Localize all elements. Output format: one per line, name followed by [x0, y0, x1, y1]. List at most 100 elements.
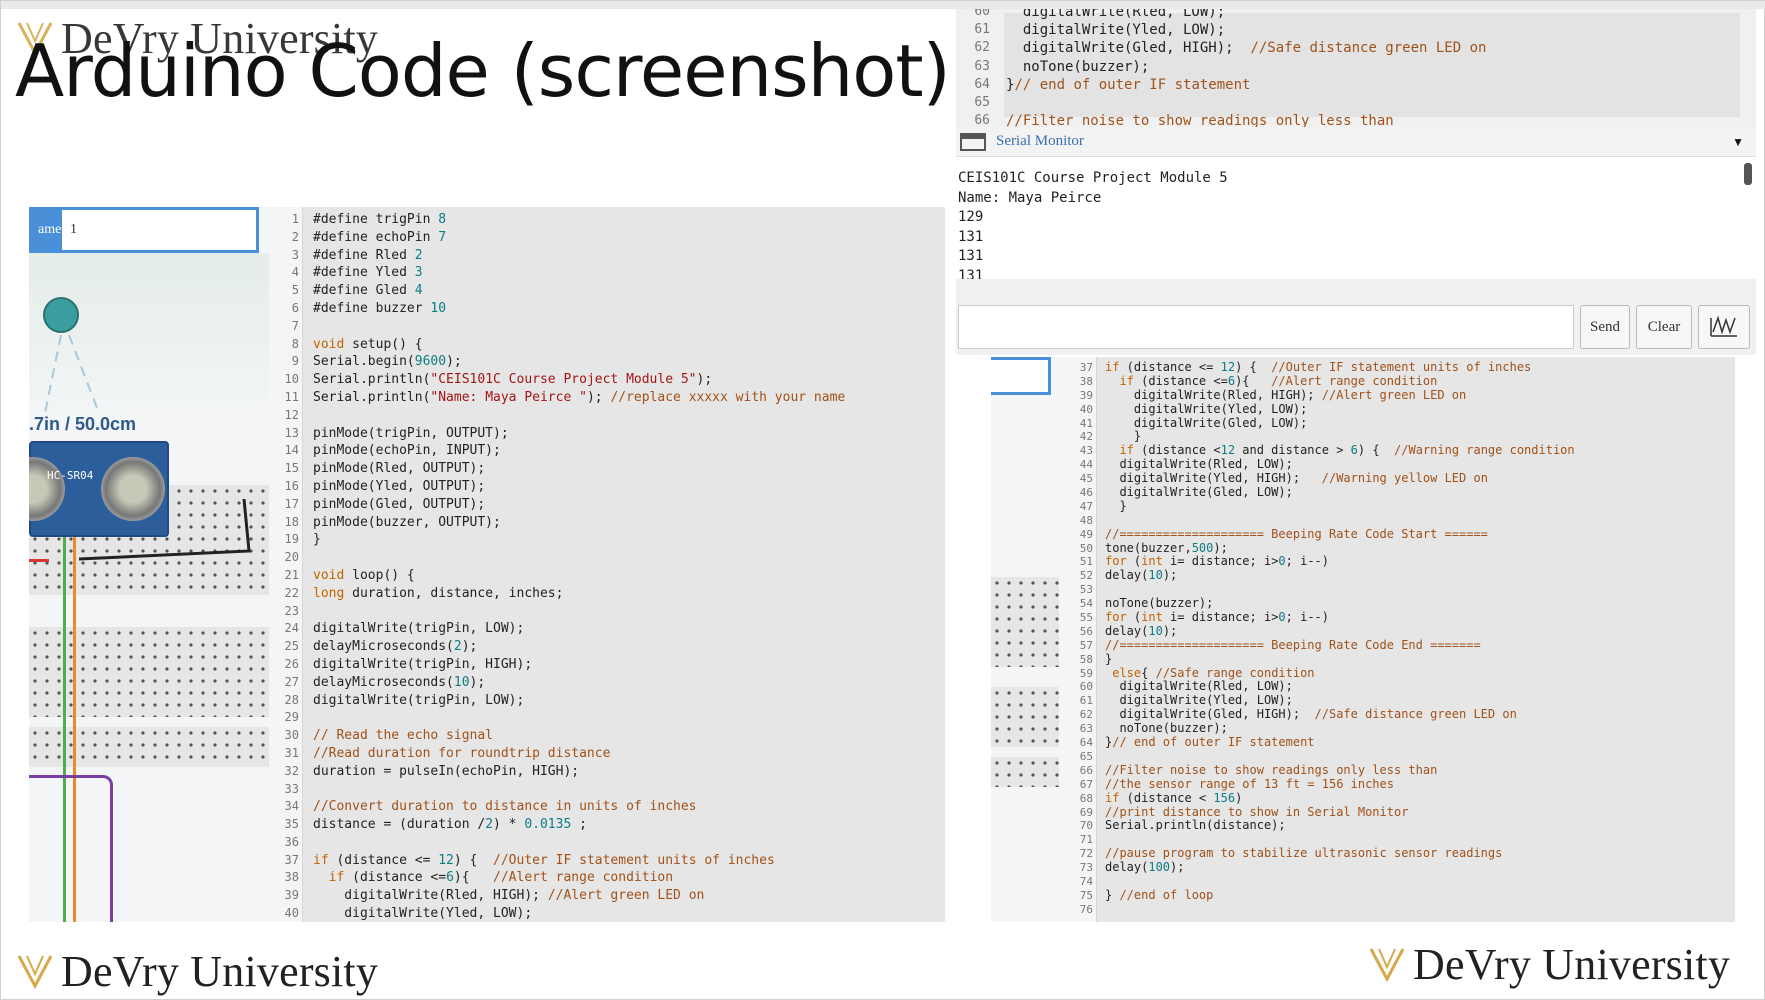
- code-line: 1 #define trigPin 8: [269, 211, 845, 229]
- code-line: 65: [1059, 750, 1575, 764]
- line-number: 6: [291, 300, 299, 315]
- line-number: 18: [284, 514, 299, 529]
- line-text: delayMicroseconds(2);: [313, 639, 478, 655]
- line-number: 64: [1079, 736, 1093, 750]
- distance-readout: .7in / 50.0cm: [29, 414, 137, 434]
- code-line: 3 #define Rled 2: [269, 247, 845, 265]
- send-button[interactable]: Send: [1580, 305, 1630, 349]
- line-text: #define Gled 4: [313, 283, 423, 299]
- line-number: 60: [974, 9, 990, 19]
- serial-line: 129: [958, 209, 984, 225]
- line-number: 38: [1079, 374, 1093, 388]
- line-number: 76: [1079, 902, 1093, 916]
- line-text: void loop() {: [313, 567, 415, 583]
- line-number: 62: [974, 40, 990, 56]
- collapse-caret-icon[interactable]: ▼: [1732, 135, 1744, 149]
- line-number: 73: [1079, 861, 1093, 875]
- line-text: //pause program to stabilize ultrasonic …: [1105, 846, 1503, 861]
- breadboard-fragment: [991, 687, 1059, 747]
- line-text: }: [1105, 651, 1113, 666]
- code-line: 68 if (distance < 156): [1059, 791, 1575, 806]
- serial-line: 131: [958, 248, 984, 264]
- line-text: [299, 407, 313, 425]
- scrollbar-thumb[interactable]: [1744, 163, 1752, 185]
- code-line: 13 pinMode(trigPin, OUTPUT);: [269, 425, 845, 443]
- code-line: 34 //Convert duration to distance in unit…: [269, 798, 845, 816]
- object-name-field[interactable]: ame 1: [29, 207, 259, 253]
- code-lines: 37 if (distance <= 12) { //Outer IF state…: [1059, 360, 1575, 917]
- circuit-simulator-thumbnail[interactable]: [991, 357, 1059, 922]
- line-text: digitalWrite(Rled, HIGH); //Alert green …: [1105, 387, 1467, 402]
- serial-monitor-header[interactable]: Serial Monitor ▼: [956, 127, 1756, 157]
- line-number: 47: [1079, 499, 1093, 513]
- code-line: 66 //Filter noise to show readings only l…: [1059, 762, 1575, 778]
- line-number: 65: [974, 94, 990, 110]
- code-line: 60 digitalWrite(Rled, LOW);: [1059, 680, 1575, 694]
- code-line: 61 digitalWrite(Yled, LOW);: [1059, 693, 1575, 708]
- line-text: Serial.begin(9600);: [313, 354, 462, 370]
- code-line: 32 duration = pulseIn(echoPin, HIGH);: [269, 763, 845, 781]
- line-number: 67: [1079, 777, 1093, 791]
- object-name-value[interactable]: 1: [62, 222, 77, 238]
- line-number: 14: [284, 443, 299, 458]
- code-editor-top-right[interactable]: 60 digitalWrite(Rled, LOW); 61 digitalWri…: [956, 9, 1756, 127]
- line-number: 53: [1079, 583, 1093, 597]
- code-line: 41 digitalWrite(Gled, LOW);: [1059, 416, 1575, 431]
- target-object[interactable]: [43, 297, 79, 333]
- sensor-transducer-left: [29, 457, 65, 521]
- line-text: digitalWrite(Yled, LOW);: [1105, 693, 1293, 708]
- code-line: 69 //print distance to show in Serial Mon…: [1059, 805, 1575, 820]
- serial-monitor-output[interactable]: CEIS101C Course Project Module 5 Name: M…: [956, 159, 1756, 279]
- code-line: 14 pinMode(echoPin, INPUT);: [269, 442, 845, 460]
- line-number: 7: [291, 318, 299, 333]
- line-number: 27: [284, 674, 299, 689]
- code-line: 63 noTone(buzzer);: [956, 58, 1486, 76]
- line-text: if (distance <=6){ //Alert range conditi…: [328, 870, 674, 886]
- line-number: 22: [284, 585, 299, 600]
- red-wire: [29, 559, 49, 562]
- clear-button[interactable]: Clear: [1636, 305, 1692, 349]
- line-text: pinMode(Rled, OUTPUT);: [313, 461, 486, 477]
- line-number: 46: [1079, 486, 1093, 500]
- line-number: 49: [1079, 527, 1093, 541]
- line-text: if (distance <=6){ //Alert range conditi…: [1119, 373, 1438, 388]
- line-text: if (distance <= 12) { //Outer IF stateme…: [313, 852, 775, 868]
- line-text: //Filter noise to show readings only les…: [1105, 762, 1438, 777]
- code-editor-left[interactable]: 1 #define trigPin 8 2 #define echoPin 7 3 #de…: [269, 207, 945, 922]
- code-line: 76: [1059, 903, 1575, 917]
- plotter-toggle-button[interactable]: [1698, 305, 1750, 349]
- line-text: if (distance <12 and distance > 6) { //W…: [1119, 443, 1575, 458]
- line-number: 3: [291, 247, 299, 262]
- line-number: 30: [284, 728, 299, 743]
- line-number: 71: [1079, 833, 1093, 847]
- line-text: }: [313, 532, 321, 548]
- line-number: 25: [284, 639, 299, 654]
- code-line: 22 long duration, distance, inches;: [269, 585, 845, 603]
- code-line: 65: [956, 94, 1486, 112]
- code-line: 21 void loop() {: [269, 567, 845, 585]
- code-line: 9 Serial.begin(9600);: [269, 353, 845, 371]
- line-text: }: [1105, 429, 1142, 444]
- line-number: 41: [1079, 416, 1093, 430]
- code-line: 26 digitalWrite(trigPin, HIGH);: [269, 656, 845, 674]
- code-line: 64}// end of outer IF statement: [956, 76, 1486, 94]
- object-name-field[interactable]: [991, 357, 1051, 395]
- line-text: pinMode(echoPin, INPUT);: [313, 443, 501, 459]
- circuit-simulator[interactable]: ame 1 .7in / 50.0cm HC-SR04: [29, 207, 269, 922]
- line-text: }: [1105, 498, 1127, 513]
- line-number: 45: [1079, 472, 1093, 486]
- line-number: 50: [1079, 541, 1093, 555]
- line-number: 24: [284, 621, 299, 636]
- line-number: 33: [284, 781, 299, 796]
- code-line: 60 digitalWrite(Rled, LOW);: [956, 9, 1486, 21]
- line-number: 40: [284, 906, 299, 921]
- code-line: 58}: [1059, 651, 1575, 667]
- code-editor-bottom-right[interactable]: 37 if (distance <= 12) { //Outer IF state…: [1059, 357, 1735, 922]
- serial-line: Name: Maya Peirce: [958, 189, 1102, 206]
- line-text: digitalWrite(trigPin, LOW);: [313, 692, 525, 708]
- serial-input[interactable]: [958, 305, 1574, 349]
- code-line: 50 tone(buzzer,500);: [1059, 541, 1575, 556]
- line-number: 15: [284, 461, 299, 476]
- line-number: 11: [284, 389, 299, 404]
- code-line: 30 // Read the echo signal: [269, 727, 845, 745]
